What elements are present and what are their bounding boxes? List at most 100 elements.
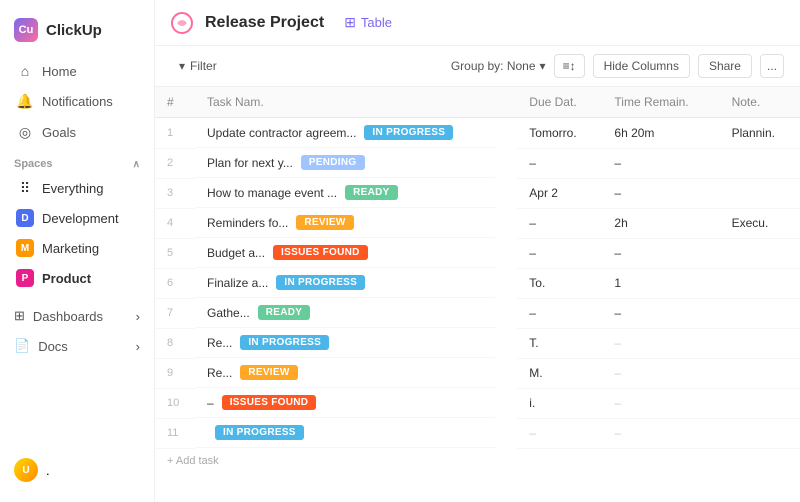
status-badge: IN PROGRESS: [276, 275, 365, 290]
product-dot: P: [16, 269, 34, 287]
row-time-remaining: –: [602, 388, 719, 418]
table-row[interactable]: 11IN PROGRESS––: [155, 418, 800, 448]
main-content: Release Project ⊞ Table ▾ Filter Group b…: [155, 0, 800, 502]
toolbar: ▾ Filter Group by: None ▾ ≡↕ Hide Column…: [155, 46, 800, 87]
row-number: 5: [155, 238, 195, 268]
more-options-button[interactable]: ...: [760, 54, 784, 78]
row-number: 11: [155, 418, 195, 448]
table-row[interactable]: 5Budget a...ISSUES FOUND––: [155, 238, 800, 268]
row-task-name[interactable]: IN PROGRESS: [195, 418, 495, 448]
table-row[interactable]: 9Re...REVIEWM.–: [155, 358, 800, 388]
sidebar: Cu ClickUp ⌂ Home 🔔 Notifications ◎ Goal…: [0, 0, 155, 502]
sidebar-item-docs[interactable]: 📄 Docs ›: [0, 331, 154, 361]
project-icon: [171, 12, 193, 34]
logo-icon: Cu: [14, 18, 38, 42]
status-badge: REVIEW: [240, 365, 297, 380]
status-badge: PENDING: [301, 155, 365, 170]
row-time-remaining: 6h 20m: [602, 118, 719, 149]
row-task-name[interactable]: Update contractor agreem...IN PROGRESS: [195, 118, 495, 148]
row-number: 7: [155, 298, 195, 328]
row-due-date: –: [517, 148, 602, 178]
page-header: Release Project ⊞ Table: [155, 0, 800, 46]
row-task-name[interactable]: Budget a...ISSUES FOUND: [195, 238, 495, 268]
sidebar-item-development[interactable]: D Development: [8, 203, 146, 233]
group-by-selector[interactable]: Group by: None ▾: [451, 59, 546, 73]
table-icon: ⊞: [344, 14, 356, 31]
row-number: 4: [155, 208, 195, 238]
row-task-name[interactable]: Re...IN PROGRESS: [195, 328, 495, 358]
row-time-remaining: –: [602, 358, 719, 388]
row-due-date: To.: [517, 268, 602, 298]
row-due-date: –: [517, 418, 602, 448]
sidebar-item-home[interactable]: ⌂ Home: [8, 56, 146, 86]
sidebar-item-dashboards[interactable]: ⊞ Dashboards ›: [0, 301, 154, 331]
add-row-button[interactable]: + Add task: [155, 449, 800, 473]
sidebar-item-home-label: Home: [42, 64, 77, 79]
home-icon: ⌂: [16, 63, 34, 79]
project-title: Release Project: [205, 14, 324, 32]
row-note: [720, 148, 800, 178]
sidebar-nav: ⌂ Home 🔔 Notifications ◎ Goals: [0, 56, 154, 148]
filter-button[interactable]: ▾ Filter: [171, 55, 225, 77]
sort-button[interactable]: ≡↕: [554, 54, 585, 78]
logo-text: ClickUp: [46, 22, 102, 39]
row-number: 8: [155, 328, 195, 358]
row-task-name[interactable]: Finalize a...IN PROGRESS: [195, 268, 495, 298]
row-time-remaining: –: [602, 328, 719, 358]
share-button[interactable]: Share: [698, 54, 752, 78]
table-tab[interactable]: ⊞ Table: [336, 10, 400, 35]
row-note: [720, 238, 800, 268]
group-by-arrow-icon: ▾: [540, 59, 546, 73]
sidebar-item-goals-label: Goals: [42, 125, 76, 140]
table-row[interactable]: 7Gathe...READY––: [155, 298, 800, 328]
table-row[interactable]: 3How to manage event ...READYApr 2–: [155, 178, 800, 208]
table-row[interactable]: 6Finalize a...IN PROGRESSTo.1: [155, 268, 800, 298]
col-time-remaining: Time Remain.: [602, 87, 719, 118]
row-number: 10: [155, 388, 195, 418]
table-row[interactable]: 2Plan for next y...PENDING––: [155, 148, 800, 178]
sidebar-item-goals[interactable]: ◎ Goals: [8, 117, 146, 148]
user-area[interactable]: U .: [0, 450, 154, 490]
row-time-remaining: 1: [602, 268, 719, 298]
table-wrapper: # Task Nam. Due Dat. Time Remain. Note. …: [155, 87, 800, 502]
row-due-date: –: [517, 298, 602, 328]
sidebar-item-marketing[interactable]: M Marketing: [8, 233, 146, 263]
row-task-name[interactable]: Re...REVIEW: [195, 358, 495, 388]
spaces-collapse-icon[interactable]: ∧: [133, 159, 140, 170]
docs-icon: 📄: [14, 338, 30, 354]
row-due-date: –: [517, 238, 602, 268]
row-task-name[interactable]: Gathe...READY: [195, 298, 495, 328]
col-notes: Note.: [720, 87, 800, 118]
dashboards-icon: ⊞: [14, 308, 25, 324]
row-note: [720, 358, 800, 388]
sidebar-item-everything[interactable]: ⠿ Everything: [8, 174, 146, 203]
row-due-date: i.: [517, 388, 602, 418]
table-row[interactable]: 8Re...IN PROGRESST.–: [155, 328, 800, 358]
bell-icon: 🔔: [16, 93, 34, 110]
row-time-remaining: –: [602, 238, 719, 268]
col-num: #: [155, 87, 195, 118]
sidebar-item-product-label: Product: [42, 271, 91, 286]
sidebar-item-notifications-label: Notifications: [42, 94, 113, 109]
row-task-name[interactable]: How to manage event ...READY: [195, 178, 495, 208]
goals-icon: ◎: [16, 124, 34, 141]
user-label: .: [46, 463, 50, 478]
row-task-name[interactable]: Reminders fo...REVIEW: [195, 208, 495, 238]
row-task-name[interactable]: Plan for next y...PENDING: [195, 148, 495, 178]
status-badge: ISSUES FOUND: [273, 245, 368, 260]
sidebar-item-product[interactable]: P Product: [8, 263, 146, 293]
table-row[interactable]: 10–ISSUES FOUND i.–: [155, 388, 800, 418]
table-row[interactable]: 4Reminders fo...REVIEW–2hExecu.: [155, 208, 800, 238]
row-task-name[interactable]: –ISSUES FOUND: [195, 388, 495, 418]
hide-columns-button[interactable]: Hide Columns: [593, 54, 690, 78]
spaces-list: ⠿ Everything D Development M Marketing P…: [0, 174, 154, 293]
sidebar-item-notifications[interactable]: 🔔 Notifications: [8, 86, 146, 117]
sidebar-item-development-label: Development: [42, 211, 119, 226]
dashboards-arrow-icon: ›: [136, 309, 140, 324]
row-number: 9: [155, 358, 195, 388]
logo-area: Cu ClickUp: [0, 12, 154, 56]
row-time-remaining: 2h: [602, 208, 719, 238]
table-row[interactable]: 1Update contractor agreem...IN PROGRESST…: [155, 118, 800, 149]
everything-icon: ⠿: [16, 180, 34, 197]
row-note: [720, 298, 800, 328]
